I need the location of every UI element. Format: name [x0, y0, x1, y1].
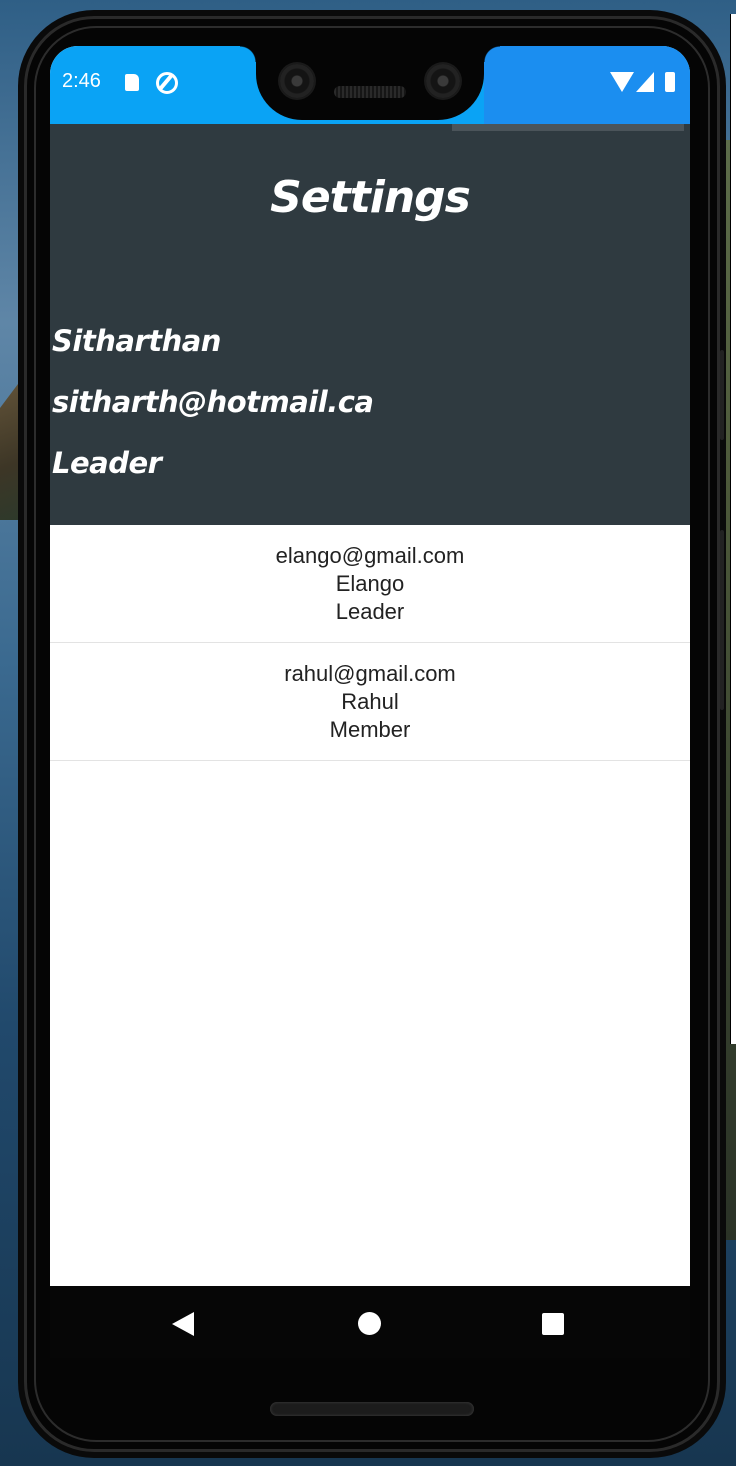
header-strip — [452, 124, 684, 131]
member-name: Elango — [335, 571, 405, 596]
bottom-speaker — [270, 1402, 474, 1416]
camera-notch — [240, 46, 500, 120]
sync-icon — [156, 72, 178, 94]
list-item[interactable]: rahul@gmail.com Rahul Member — [50, 643, 690, 761]
member-email: rahul@gmail.com — [284, 661, 456, 686]
cell-signal-icon — [636, 72, 654, 92]
member-role: Leader — [335, 599, 405, 624]
battery-icon — [665, 72, 675, 92]
front-camera-icon — [280, 64, 314, 98]
recents-icon[interactable] — [542, 1313, 564, 1335]
member-name: Rahul — [341, 689, 399, 714]
back-icon[interactable] — [172, 1312, 194, 1336]
background-window-edge — [730, 14, 736, 1044]
profile-email: sitharth@hotmail.ca — [52, 385, 374, 419]
sd-card-icon — [125, 74, 139, 91]
power-button — [720, 350, 724, 440]
volume-button — [720, 530, 724, 710]
home-icon[interactable] — [358, 1312, 381, 1335]
wifi-icon — [610, 72, 634, 92]
status-bar-right-segment — [484, 46, 690, 124]
navigation-bar — [50, 1286, 690, 1358]
settings-header: Settings Sitharthan sitharth@hotmail.ca … — [50, 124, 690, 525]
list-item[interactable]: elango@gmail.com Elango Leader — [50, 525, 690, 643]
member-role: Member — [329, 717, 411, 742]
front-camera-icon — [426, 64, 460, 98]
profile-role: Leader — [52, 446, 162, 480]
status-time: 2:46 — [62, 70, 101, 92]
member-email: elango@gmail.com — [275, 543, 465, 568]
earpiece — [334, 86, 406, 98]
phone-screen: 2:46 Settings Sitharthan sitharth@hotmai… — [50, 46, 690, 1358]
page-title: Settings — [270, 172, 471, 223]
member-list: elango@gmail.com Elango Leader rahul@gma… — [50, 525, 690, 761]
profile-name: Sitharthan — [52, 324, 221, 358]
